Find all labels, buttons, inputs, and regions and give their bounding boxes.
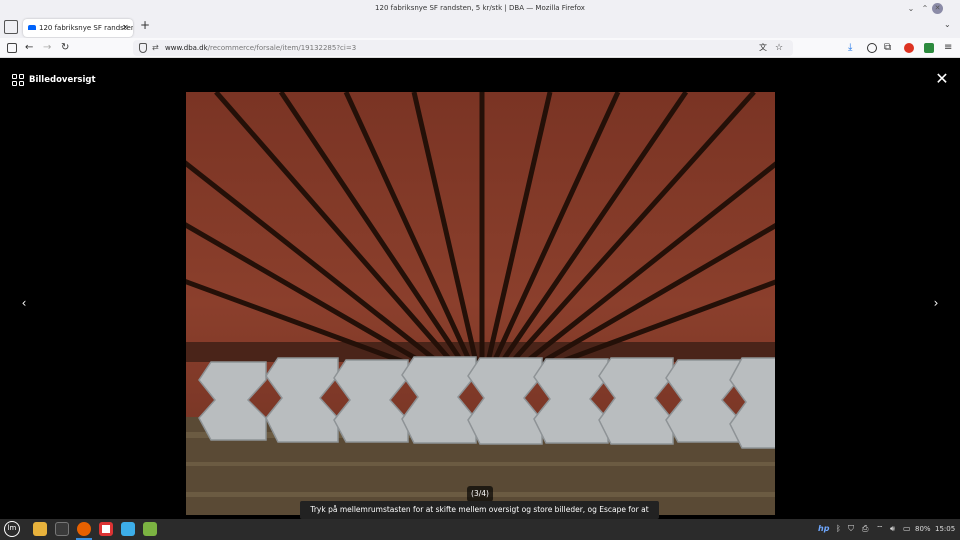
tab-bar: 120 fabriksnye SF randsten, 5 kr/stk | D… [0,17,960,38]
firefox-icon[interactable] [77,522,91,536]
downloads-icon[interactable]: ⤓ [848,41,852,55]
sidebar-icon[interactable] [7,43,17,53]
previous-image-chevron-icon[interactable]: ‹ [16,294,32,312]
mint-menu-icon[interactable]: lm [4,521,20,537]
bluetooth-icon[interactable]: ᛒ [836,523,841,535]
navigation-bar: ← → ↻ ⇄ www.dba.dk/recommerce/forsale/it… [0,38,960,58]
new-tab-icon[interactable]: + [140,18,150,32]
url-domain: www.dba.dk [165,44,208,52]
taskbar: lm hp ᛒ ⛉ ⎙ ⌔ 🔊︎ ▭ 80% 15:05 [0,519,960,540]
grid-icon [12,74,24,86]
dba-favicon-icon [28,25,36,30]
maximize-icon[interactable]: ⌃ [918,0,932,17]
battery-icon[interactable]: ▭ [903,523,911,535]
tab-list-icon[interactable] [4,20,18,34]
wifi-icon[interactable]: ⌔ [876,523,884,535]
shield-icon[interactable] [139,43,147,53]
permissions-icon[interactable]: ⇄ [152,40,159,56]
tab-close-icon[interactable]: ✕ [122,19,129,37]
files-folder-icon[interactable] [33,522,47,536]
shield-tray-icon[interactable]: ⛉ [848,523,854,535]
listing-photo [186,92,775,515]
menu-icon[interactable]: ≡ [944,41,952,55]
window-title: 120 fabriksnye SF randsten, 5 kr/stk | D… [375,4,585,12]
window-titlebar: 120 fabriksnye SF randsten, 5 kr/stk | D… [0,0,960,17]
url-bar[interactable]: ⇄ www.dba.dk/recommerce/forsale/item/191… [133,40,793,56]
hp-icon[interactable]: hp [818,523,829,535]
account-icon[interactable] [867,43,877,53]
translate-icon[interactable]: 文 [759,40,767,56]
extensions-icon[interactable]: ⧉ [884,41,891,55]
overview-label: Billedoversigt [29,75,96,85]
software-manager-icon[interactable] [99,522,113,536]
keyboard-hint: Tryk på mellemrumstasten for at skifte m… [300,501,659,532]
update-manager-icon[interactable] [121,522,135,536]
back-icon[interactable]: ← [25,41,33,55]
clock[interactable]: 15:05 [935,523,955,535]
next-image-chevron-icon[interactable]: › [928,294,944,312]
ublock-icon[interactable] [904,43,914,53]
tab-overflow-chevron-icon[interactable]: ⌄ [944,20,951,29]
volume-icon[interactable]: 🔊︎ [890,523,895,535]
image-overview-button[interactable]: Billedoversigt [12,73,96,87]
url-path: /recommerce/forsale/item/19132285?ci=3 [207,44,357,52]
minimize-icon[interactable]: ⌄ [904,0,918,17]
printer-icon[interactable]: ⎙ [862,523,868,535]
close-icon[interactable]: ✕ [934,69,950,89]
photo-illustration [186,92,775,515]
battery-percent: 80% [915,525,931,533]
reload-icon[interactable]: ↻ [61,41,69,55]
forward-icon[interactable]: → [43,41,51,55]
extension-badge-icon[interactable] [924,43,934,53]
close-window-icon[interactable]: ✕ [932,3,943,14]
image-viewer: Billedoversigt ✕ ‹ › (3/4) Tryk på melle… [0,59,960,532]
tab-active[interactable]: 120 fabriksnye SF randsten, 5 kr/stk | D… [23,19,133,37]
text-editor-icon[interactable] [143,522,157,536]
image-counter: (3/4) [467,486,493,502]
bookmark-star-icon[interactable]: ☆ [775,40,783,56]
terminal-icon[interactable] [55,522,69,536]
tab-title: 120 fabriksnye SF randsten, 5 kr/stk | D… [39,24,133,32]
